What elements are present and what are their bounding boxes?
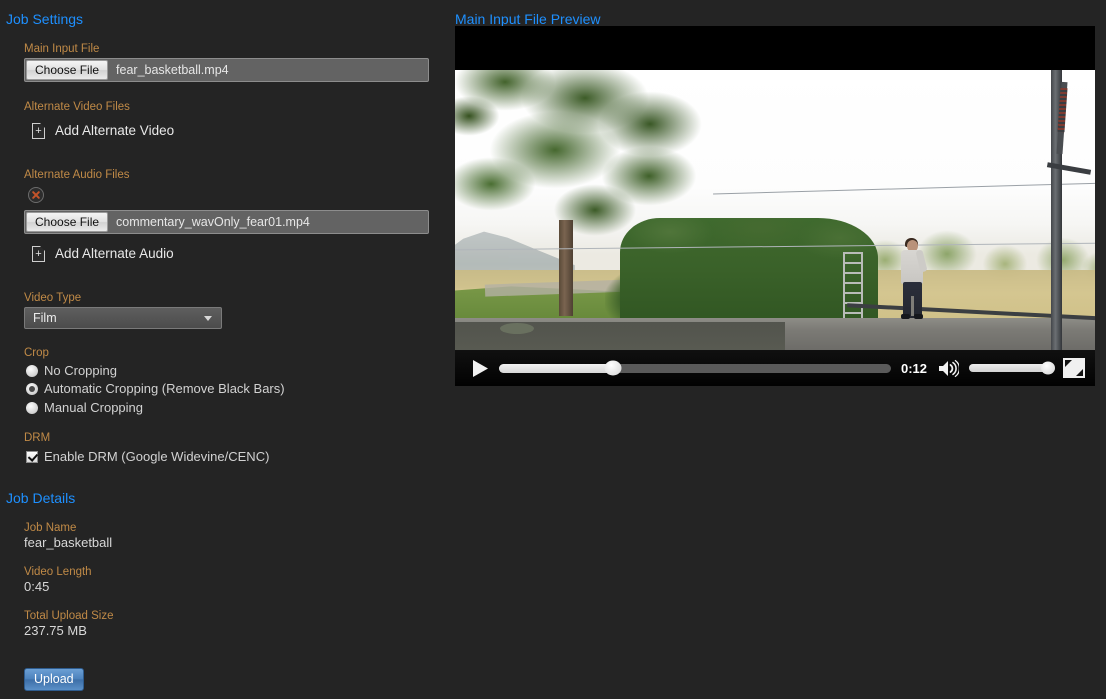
alternate-audio-file-row[interactable]: Choose File commentary_wavOnly_fear01.mp…: [24, 210, 429, 234]
job-name-value: fear_basketball: [24, 535, 113, 550]
remove-alternate-audio-button[interactable]: [28, 187, 44, 203]
alternate-audio-file-name: commentary_wavOnly_fear01.mp4: [116, 215, 310, 229]
volume-slider[interactable]: [969, 361, 1056, 375]
drm-enable-label: Enable DRM (Google Widevine/CENC): [44, 449, 270, 464]
player-controls: 0:12: [455, 350, 1095, 386]
crop-label: Crop: [24, 347, 49, 359]
alternate-video-files-label: Alternate Video Files: [24, 101, 130, 113]
main-input-choose-file-button[interactable]: Choose File: [26, 60, 109, 80]
speaker-on-icon: [939, 359, 959, 377]
preview-title: Main Input File Preview: [455, 11, 601, 27]
job-name-label: Job Name: [24, 522, 77, 534]
radio-icon[interactable]: [26, 382, 38, 395]
checkbox-icon[interactable]: [26, 450, 38, 463]
crop-option-manual-cropping[interactable]: Manual Cropping: [26, 400, 143, 415]
video-type-selected-value: Film: [33, 311, 57, 325]
radio-icon[interactable]: [26, 401, 38, 414]
scene-tree-trunk: [559, 220, 573, 316]
total-upload-size-label: Total Upload Size: [24, 610, 114, 622]
crop-option-automatic-cropping-label: Automatic Cropping (Remove Black Bars): [44, 381, 285, 396]
crop-option-manual-cropping-label: Manual Cropping: [44, 400, 144, 415]
volume-fill: [969, 364, 1049, 372]
play-icon: [472, 359, 488, 377]
alternate-audio-files-label: Alternate Audio Files: [24, 169, 130, 181]
video-player[interactable]: 0:12: [455, 26, 1095, 386]
scene-person: [911, 296, 914, 316]
seek-progress-fill: [499, 363, 613, 373]
document-plus-icon: [32, 246, 45, 262]
job-settings-panel: Job Settings Main Input File Choose File…: [0, 0, 455, 699]
alternate-audio-choose-file-button[interactable]: Choose File: [26, 212, 109, 232]
scene-person: [901, 314, 910, 319]
job-settings-title: Job Settings: [6, 11, 84, 27]
job-details-title: Job Details: [6, 490, 76, 506]
video-surface[interactable]: 0:12: [455, 26, 1095, 386]
current-time-label: 0:12: [900, 360, 927, 376]
main-input-file-row[interactable]: Choose File fear_basketball.mp4: [24, 58, 429, 82]
main-input-file-name: fear_basketball.mp4: [116, 63, 229, 77]
seek-slider[interactable]: [499, 360, 891, 376]
video-type-select[interactable]: Film: [24, 307, 222, 329]
video-length-value: 0:45: [24, 579, 50, 594]
scene-person: [914, 314, 923, 319]
crop-option-no-cropping[interactable]: No Cropping: [26, 363, 117, 378]
app-root: Job Settings Main Input File Choose File…: [0, 0, 1106, 699]
drm-label: DRM: [24, 432, 51, 444]
drm-enable-option[interactable]: Enable DRM (Google Widevine/CENC): [26, 449, 269, 464]
add-alternate-video-button[interactable]: Add Alternate Video: [32, 123, 174, 139]
scene-gate: [843, 252, 863, 320]
video-type-label: Video Type: [24, 292, 82, 304]
add-alternate-audio-button[interactable]: Add Alternate Audio: [32, 246, 174, 262]
scene-hedge: [620, 218, 878, 334]
chevron-down-icon: [204, 315, 212, 321]
crop-option-automatic-cropping[interactable]: Automatic Cropping (Remove Black Bars): [26, 381, 285, 396]
fullscreen-icon[interactable]: [1063, 358, 1085, 378]
video-length-label: Video Length: [24, 566, 92, 578]
main-input-file-label: Main Input File: [24, 43, 100, 55]
video-frame-image: [455, 70, 1095, 350]
scene-manhole: [500, 323, 534, 334]
upload-button[interactable]: Upload: [24, 668, 84, 691]
volume-handle[interactable]: [1041, 361, 1056, 375]
seek-handle[interactable]: [604, 360, 622, 376]
total-upload-size-value: 237.75 MB: [24, 623, 87, 638]
scene-power-line: [713, 182, 1095, 195]
radio-icon[interactable]: [26, 364, 38, 377]
crop-option-no-cropping-label: No Cropping: [44, 363, 117, 378]
remove-circle-x-icon: [32, 191, 40, 199]
add-alternate-video-label: Add Alternate Video: [55, 123, 175, 138]
add-alternate-audio-label: Add Alternate Audio: [55, 246, 174, 261]
play-button[interactable]: [463, 359, 497, 378]
mute-button[interactable]: [935, 359, 961, 378]
document-plus-icon: [32, 123, 45, 139]
